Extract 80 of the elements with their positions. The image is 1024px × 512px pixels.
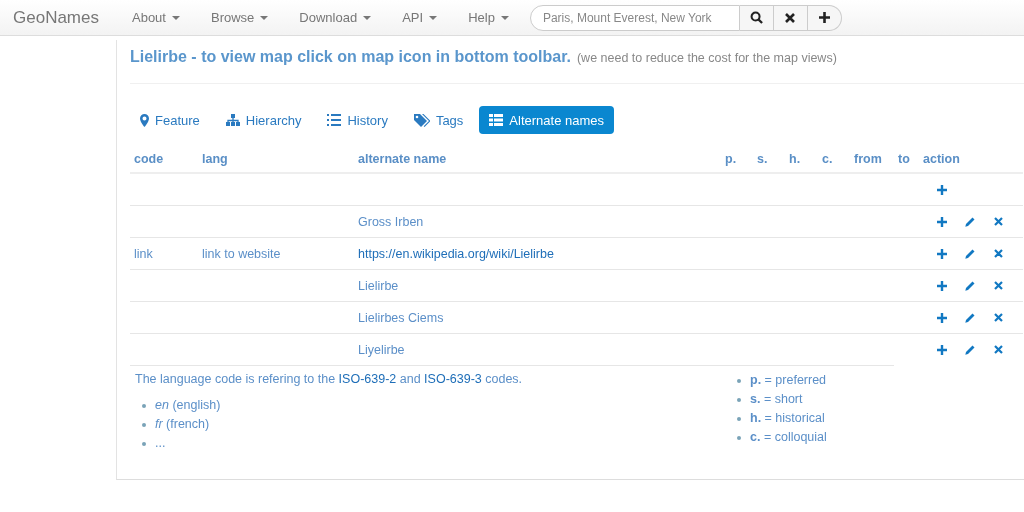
legend-item: h. = historical <box>750 410 825 427</box>
tab[interactable]: Hierarchy <box>215 106 312 134</box>
nav-menu[interactable]: Help <box>458 10 519 25</box>
table-cell: Lielirbe <box>358 278 399 293</box>
bullet-icon <box>737 416 741 421</box>
map-marker-icon <box>140 113 149 127</box>
plus-icon <box>937 280 947 291</box>
search-field[interactable]: Paris, Mount Everest, New York <box>529 4 740 31</box>
heading-note: (we need to reduce the cost for the map views) <box>576 51 837 65</box>
caret-icon <box>171 15 180 20</box>
close-icon <box>993 313 1003 322</box>
table-cell: link to website <box>202 246 281 261</box>
legend-item: s. = short <box>750 391 803 408</box>
nav-menu[interactable]: Browse <box>200 10 279 25</box>
plus-icon <box>937 216 947 227</box>
column-header: code <box>130 152 198 173</box>
plus-icon <box>818 12 830 23</box>
close-icon <box>993 249 1003 258</box>
bullet-icon <box>737 378 741 383</box>
tags-icon <box>413 113 430 127</box>
column-header: to <box>894 152 919 173</box>
close-icon <box>785 12 796 23</box>
close-icon <box>993 217 1003 226</box>
plus-icon <box>937 248 947 259</box>
table-cell: Lielirbes Ciems <box>358 310 444 325</box>
language-item: en (english) <box>155 397 221 414</box>
column-header: action <box>919 152 1023 173</box>
table-cell: Liyelirbe <box>358 342 405 357</box>
search-button[interactable] <box>739 4 774 31</box>
list-icon <box>327 114 342 126</box>
bullet-icon <box>737 435 741 440</box>
iso-link[interactable]: ISO-639-3 <box>424 372 482 386</box>
table-icon <box>489 114 504 126</box>
page-heading: Lielirbe - to view map click on map icon in bottom toolbar. <box>130 48 571 66</box>
pencil-icon <box>965 344 975 355</box>
pencil-icon <box>965 312 975 323</box>
legend-item: p. = preferred <box>750 372 827 389</box>
language-item: ... <box>155 435 166 452</box>
table-cell: Gross Irben <box>358 214 424 229</box>
column-header: lang <box>198 152 354 173</box>
column-header: c. <box>818 152 850 173</box>
column-header: h. <box>785 152 818 173</box>
tab[interactable]: History <box>317 106 398 134</box>
nav-menu[interactable]: About <box>122 10 190 25</box>
legend-item: c. = colloquial <box>750 429 827 446</box>
pencil-icon <box>965 248 975 259</box>
clear-button[interactable] <box>773 4 808 31</box>
plus-icon <box>937 312 947 323</box>
alternate-name-link[interactable]: https://en.wikipedia.org/wiki/Lielirbe <box>358 246 554 261</box>
search-icon <box>749 11 763 24</box>
caret-icon <box>260 15 269 20</box>
close-icon <box>993 345 1003 355</box>
bullet-icon <box>142 422 146 427</box>
nav-menu[interactable]: API <box>392 10 448 25</box>
language-code-note: The language code is refering to the ISO-639-2 and ISO-639-3 codes. <box>135 372 524 386</box>
close-icon <box>993 281 1003 290</box>
brand-logo[interactable]: GeoNames <box>13 7 99 28</box>
plus-icon <box>937 184 947 195</box>
column-header: alternate name <box>354 152 721 173</box>
tab[interactable]: Tags <box>403 106 474 134</box>
add-button[interactable] <box>807 4 842 31</box>
column-header: from <box>850 152 894 173</box>
plus-icon <box>937 344 947 355</box>
bullet-icon <box>142 441 146 446</box>
pencil-icon <box>965 216 975 227</box>
pencil-icon <box>965 280 975 291</box>
tab[interactable]: Alternate names <box>479 106 615 134</box>
table-cell: link <box>134 246 153 261</box>
sitemap-icon <box>225 114 240 126</box>
language-item: fr (french) <box>155 416 210 433</box>
nav-menu[interactable]: Download <box>289 10 382 25</box>
bullet-icon <box>737 397 741 402</box>
caret-icon <box>500 15 509 20</box>
bullet-icon <box>142 403 146 408</box>
iso-link[interactable]: ISO-639-2 <box>338 372 397 386</box>
column-header: s. <box>753 152 785 173</box>
column-header: p. <box>721 152 753 173</box>
caret-icon <box>363 15 372 20</box>
caret-icon <box>429 15 438 20</box>
tab[interactable]: Feature <box>130 106 210 134</box>
